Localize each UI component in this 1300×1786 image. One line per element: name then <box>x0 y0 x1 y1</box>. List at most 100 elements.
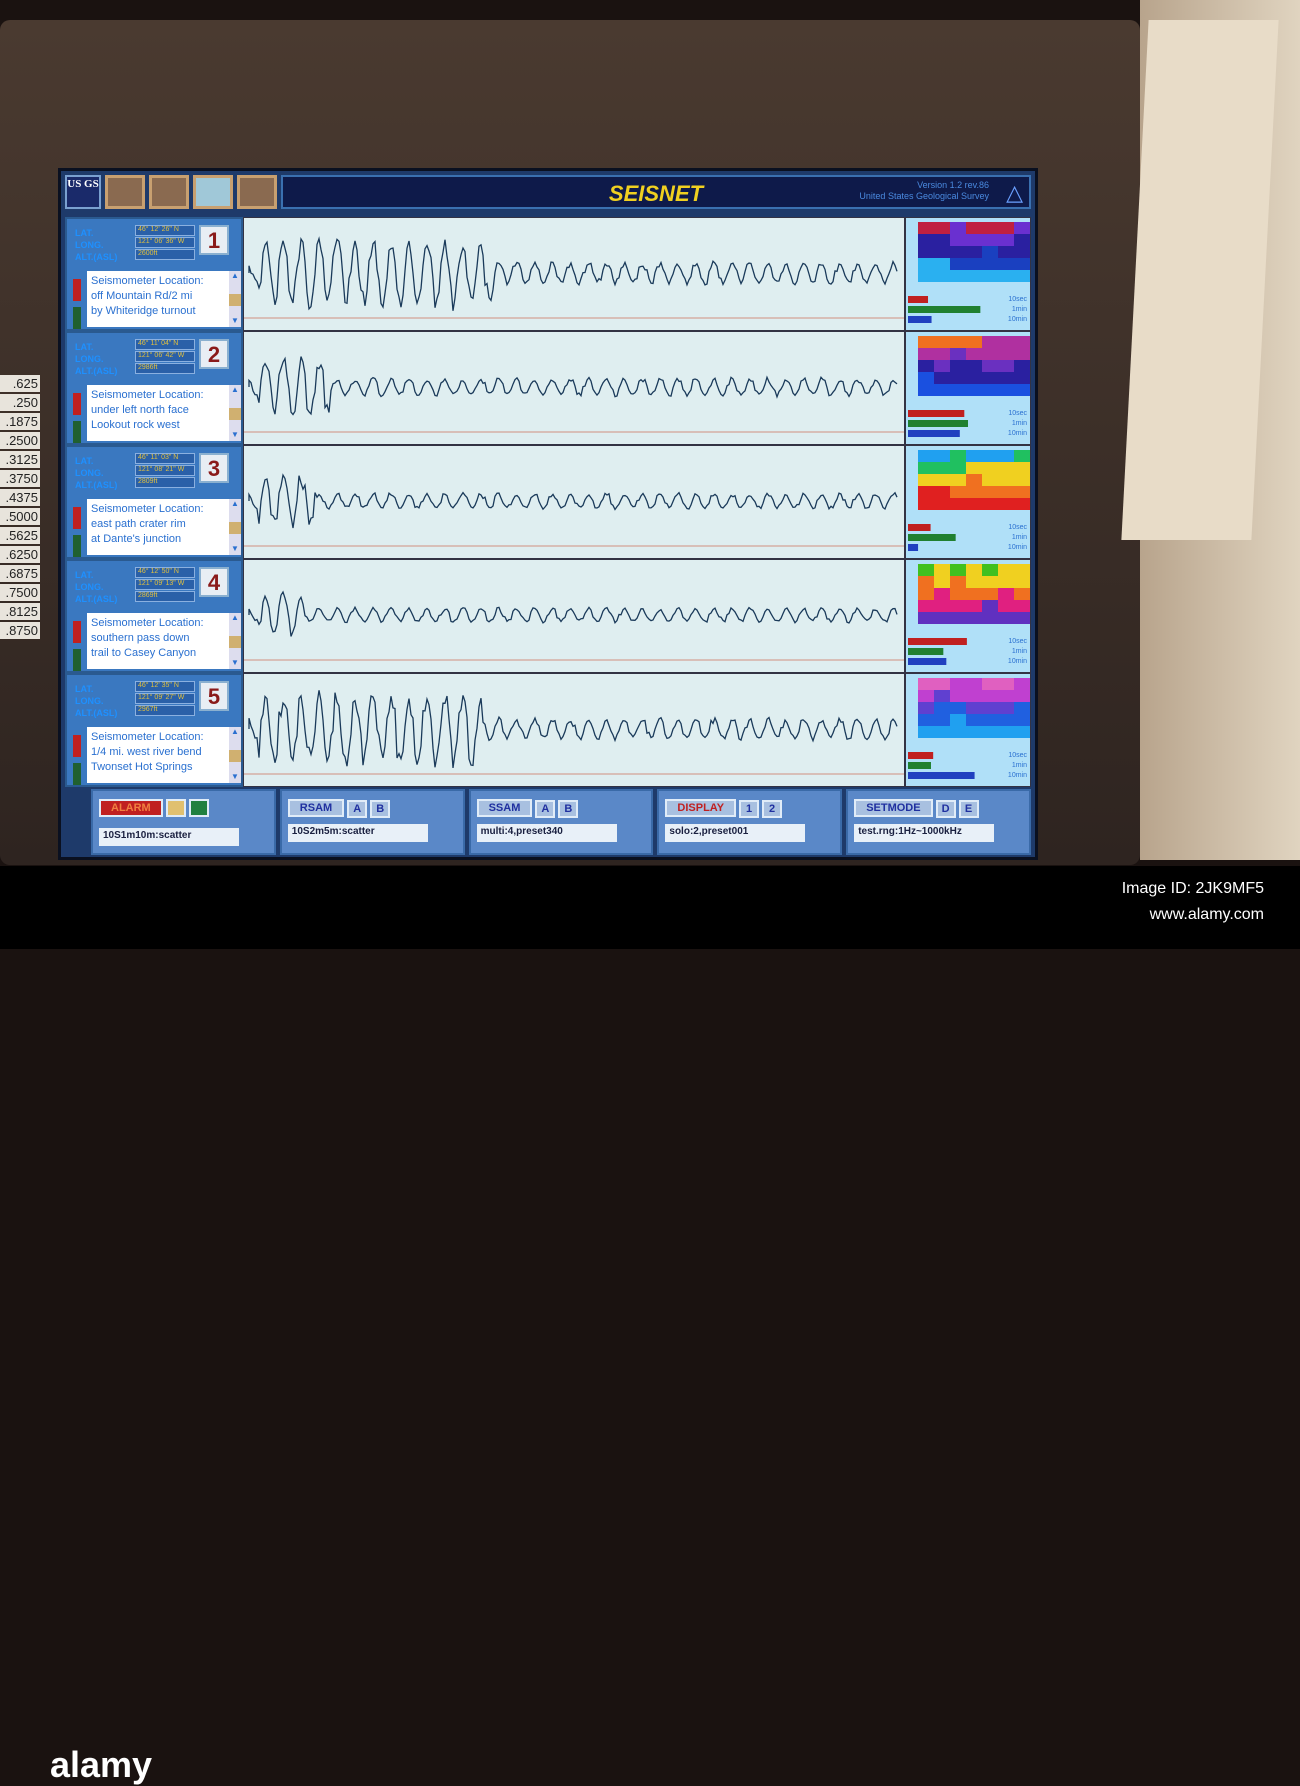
spectrogram-cell <box>918 690 934 702</box>
description-scrollbar[interactable]: ▲ ▼ <box>229 613 241 669</box>
scroll-thumb[interactable] <box>229 522 241 534</box>
spectrogram-cell <box>950 564 966 576</box>
scroll-up-icon[interactable]: ▲ <box>229 385 241 394</box>
spectrogram-cell <box>982 270 998 282</box>
spectrogram-cell <box>934 348 950 360</box>
ssam-button[interactable]: SSAM <box>476 799 533 817</box>
scroll-down-icon[interactable]: ▼ <box>229 658 241 667</box>
description-scrollbar[interactable]: ▲ ▼ <box>229 499 241 555</box>
bottom-toolbar: ALARM 10S1m10m:scatter RSAM A B 10S2m5m:scatt… <box>91 789 1031 855</box>
rsam-option-a-button[interactable]: A <box>347 800 368 818</box>
rsam-option-b-button[interactable]: B <box>370 800 391 818</box>
spectrogram-cell <box>1014 474 1030 486</box>
spectrogram-cell <box>998 564 1014 576</box>
station-row: LAT. LONG. ALT.(ASL) 46° 11' 03" N 121° 08'… <box>65 445 1031 559</box>
location-description: Seismometer Location: east path crater ri… <box>87 499 229 555</box>
alarm-green-indicator[interactable] <box>188 799 209 817</box>
alt-value: 2986ft <box>135 363 195 374</box>
footer-bar: alamy Image ID: 2JK9MF5 www.alamy.com <box>0 866 1300 1785</box>
ssam-option-a-button[interactable]: A <box>535 800 556 818</box>
long-label: LONG. <box>75 240 104 250</box>
scroll-down-icon[interactable]: ▼ <box>229 316 241 325</box>
alarm-yellow-indicator[interactable] <box>165 799 186 817</box>
station-number[interactable]: 4 <box>199 567 229 597</box>
bar-label: 1min <box>1011 762 1027 769</box>
alarm-button[interactable]: ALARM <box>99 799 163 817</box>
ssam-option-b-button[interactable]: B <box>558 800 579 818</box>
spectrogram-cell <box>918 564 934 576</box>
station-number[interactable]: 2 <box>199 339 229 369</box>
spectrogram-cell <box>1014 702 1030 714</box>
description-line: east path crater rim <box>91 518 186 530</box>
scroll-down-icon[interactable]: ▼ <box>229 772 241 781</box>
description-scrollbar[interactable]: ▲ ▼ <box>229 385 241 441</box>
scale-label: .3750 <box>0 470 40 487</box>
scroll-up-icon[interactable]: ▲ <box>229 499 241 508</box>
scale-label: .625 <box>0 375 40 392</box>
spectrogram-cell <box>934 372 950 384</box>
spectrogram-cell <box>918 234 934 246</box>
spectrogram-cell <box>982 726 998 738</box>
spectrogram-cell <box>982 336 998 348</box>
station-number[interactable]: 1 <box>199 225 229 255</box>
coord-labels: LAT. LONG. ALT.(ASL) <box>75 683 117 719</box>
location-description: Seismometer Location: under left north fa… <box>87 385 229 441</box>
alarm-setting-field[interactable]: 10S1m10m:scatter <box>99 828 239 846</box>
spectrogram-cell <box>1014 372 1030 384</box>
display-button[interactable]: DISPLAY <box>665 799 737 817</box>
rsam-button[interactable]: RSAM <box>287 799 345 817</box>
spectrogram-cell <box>918 576 934 588</box>
station-number[interactable]: 5 <box>199 681 229 711</box>
seismogram-trace <box>243 217 905 331</box>
seismograph-tool-icon[interactable] <box>105 175 145 209</box>
waveform-tool-icon[interactable] <box>237 175 277 209</box>
display-setting-field[interactable]: solo:2,preset001 <box>665 824 806 842</box>
description-scrollbar[interactable]: ▲ ▼ <box>229 727 241 783</box>
spectrogram-cell <box>998 576 1014 588</box>
scale-label: .7500 <box>0 584 40 601</box>
spectrogram-cell <box>1014 360 1030 372</box>
rsam-setting-field[interactable]: 10S2m5m:scatter <box>287 824 428 842</box>
setmode-option-b-button[interactable]: E <box>958 800 979 818</box>
map-tool-icon[interactable] <box>193 175 233 209</box>
setmode-option-a-button[interactable]: D <box>935 800 956 818</box>
scroll-thumb[interactable] <box>229 408 241 420</box>
description-scrollbar[interactable]: ▲ ▼ <box>229 271 241 327</box>
scroll-up-icon[interactable]: ▲ <box>229 271 241 280</box>
scale-label: .3125 <box>0 451 40 468</box>
spectrogram-cell <box>1014 486 1030 498</box>
scroll-down-icon[interactable]: ▼ <box>229 544 241 553</box>
lat-value: 46° 11' 04" N <box>135 339 195 350</box>
spectrogram-cell <box>918 258 934 270</box>
spectrogram-cell <box>950 258 966 270</box>
scroll-thumb[interactable] <box>229 750 241 762</box>
spectrogram-cell <box>1014 612 1030 624</box>
spectrogram-cell <box>982 384 998 396</box>
station-number[interactable]: 3 <box>199 453 229 483</box>
spectrogram-cell <box>998 600 1014 612</box>
spectrogram-cell <box>998 588 1014 600</box>
station-row: LAT. LONG. ALT.(ASL) 46° 12' 26" N 121° 06'… <box>65 217 1031 331</box>
spectrogram-cell <box>934 222 950 234</box>
spectrogram-cell <box>998 462 1014 474</box>
ssam-setting-field[interactable]: multi:4,preset340 <box>476 824 617 842</box>
scroll-up-icon[interactable]: ▲ <box>229 727 241 736</box>
spectrogram-cell <box>982 678 998 690</box>
status-led-red <box>73 735 81 757</box>
scroll-thumb[interactable] <box>229 294 241 306</box>
display-option-b-button[interactable]: 2 <box>762 800 783 818</box>
setmode-group: SETMODE D Etest.rng:1Hz~1000kHz <box>846 789 1031 855</box>
display-option-a-button[interactable]: 1 <box>739 800 760 818</box>
spectrogram-cell <box>950 246 966 258</box>
spectrogram-cell <box>966 270 982 282</box>
spectrogram-cell <box>934 234 950 246</box>
scroll-thumb[interactable] <box>229 636 241 648</box>
globe-tool-icon[interactable] <box>149 175 189 209</box>
spectrogram-cell <box>966 336 982 348</box>
setmode-setting-field[interactable]: test.rng:1Hz~1000kHz <box>854 824 995 842</box>
spectrogram-cell <box>982 486 998 498</box>
scroll-down-icon[interactable]: ▼ <box>229 430 241 439</box>
setmode-button[interactable]: SETMODE <box>854 799 933 817</box>
bar-label: 10sec <box>1008 638 1027 645</box>
scroll-up-icon[interactable]: ▲ <box>229 613 241 622</box>
